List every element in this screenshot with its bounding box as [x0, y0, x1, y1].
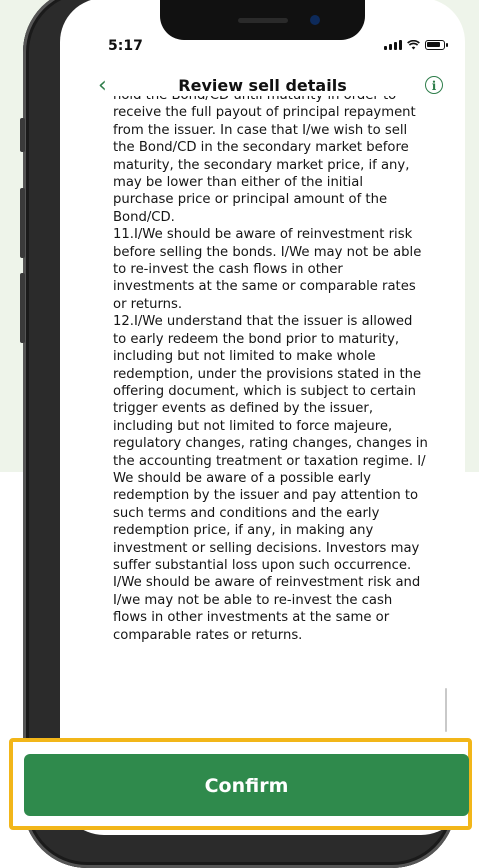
status-time: 5:17 — [108, 38, 143, 54]
info-icon[interactable]: i — [425, 76, 443, 94]
terms-text: hold the Bond/CD until maturity in order… — [113, 96, 428, 643]
status-icons — [384, 40, 448, 50]
speaker — [238, 18, 288, 23]
confirm-button[interactable]: Confirm — [24, 754, 469, 816]
camera — [310, 15, 320, 25]
scrollbar[interactable] — [445, 688, 447, 732]
wifi-icon — [407, 40, 420, 50]
phone-screen: 5:17 ‹ Review sell details i hold the Bo… — [60, 0, 465, 835]
mute-switch — [20, 118, 25, 152]
terms-content[interactable]: hold the Bond/CD until maturity in order… — [113, 96, 445, 736]
volume-up-button — [20, 188, 25, 258]
page-title: Review sell details — [178, 76, 347, 95]
battery-icon — [425, 40, 448, 50]
volume-down-button — [20, 273, 25, 343]
signal-icon — [384, 40, 402, 50]
notch — [160, 0, 365, 40]
